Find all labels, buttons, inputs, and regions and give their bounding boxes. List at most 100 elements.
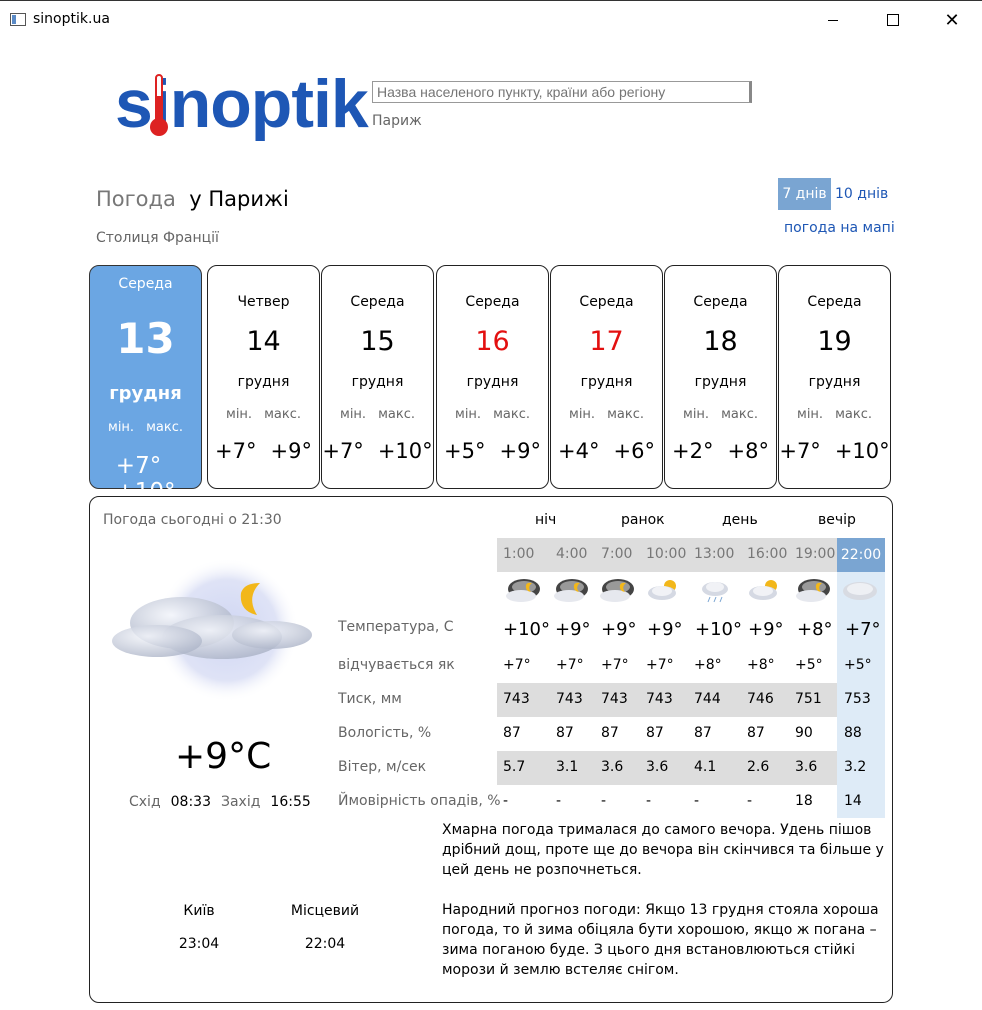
hour-selected[interactable]: 22:00 (837, 538, 885, 572)
window-title: sinoptik.ua (33, 11, 110, 27)
wind-value: 3.6 (795, 759, 818, 775)
app-window-icon (10, 13, 26, 26)
max-label: макс. (607, 407, 644, 422)
temp-value: +9° (748, 619, 784, 640)
sunrise-label: Схід (129, 794, 161, 810)
max-label: макс. (835, 407, 872, 422)
weather-map-link[interactable]: погода на мапі (784, 220, 895, 236)
max-temp: +9° (270, 439, 312, 463)
humidity-value: 90 (795, 725, 813, 741)
precip-value: 18 (795, 793, 813, 809)
day-tab-17[interactable]: Середа 17 грудня мін. макс. +4° +6° (550, 265, 663, 489)
min-label: мін. (797, 407, 824, 422)
cloudy-night-icon (796, 579, 830, 602)
wind-value: 3.2 (844, 759, 867, 775)
min-max-labels: мін. макс. (665, 407, 776, 422)
wind-value: 2.6 (747, 759, 770, 775)
min-max-labels: мін. макс. (90, 420, 201, 435)
precip-value: - (601, 793, 607, 809)
hour-cell[interactable]: 16:00 (747, 546, 787, 562)
pressure-value: 746 (747, 691, 774, 707)
hour-cell[interactable]: 7:00 (601, 546, 632, 562)
cloudy-night-icon (506, 579, 540, 602)
day-month: грудня (466, 374, 519, 390)
hour-cell[interactable]: 10:00 (646, 546, 686, 562)
hour-cell[interactable]: 1:00 (503, 546, 534, 562)
temp-value: +10° (695, 619, 742, 640)
day-tab-16[interactable]: Середа 16 грудня мін. макс. +5° +9° (436, 265, 549, 489)
pressure-row-label: Тиск, мм (338, 691, 402, 707)
feels-value: +7° (556, 657, 584, 673)
maximize-button[interactable] (870, 1, 916, 39)
now-title: Погода сьогодні о 21:30 (103, 512, 282, 528)
close-button[interactable]: ✕ (929, 1, 975, 39)
seven-days-button[interactable]: 7 днів (778, 178, 831, 210)
sunrise-time: 08:33 (170, 794, 211, 810)
feels-value: +8° (747, 657, 775, 673)
clock-kyiv-time: 23:04 (178, 936, 220, 952)
precip-value: - (646, 793, 652, 809)
min-max-labels: мін. макс. (779, 407, 890, 422)
feels-value: +7° (646, 657, 674, 673)
min-max-temps: +7° +9° (208, 439, 319, 463)
humidity-value: 87 (747, 725, 765, 741)
feels-value: +5° (795, 657, 823, 673)
min-max-labels: мін. макс. (437, 407, 548, 422)
day-name: Середа (118, 276, 173, 292)
weather-description: Хмарна погода трималася до самого вечора… (442, 820, 890, 980)
humidity-value: 87 (646, 725, 664, 741)
minimize-button[interactable] (810, 1, 856, 39)
thermometer-icon (148, 74, 170, 138)
clock-kyiv-label: Київ (183, 903, 215, 919)
day-name: Середа (579, 294, 634, 310)
wind-value: 3.1 (556, 759, 579, 775)
close-icon: ✕ (944, 9, 960, 31)
current-temperature: +9°C (175, 736, 272, 777)
day-number: 18 (703, 326, 738, 357)
temp-value: +9° (555, 619, 591, 640)
min-temp: +2° (672, 439, 714, 463)
search-input[interactable] (372, 81, 752, 103)
day-name: Середа (350, 294, 405, 310)
day-name: Четвер (237, 294, 290, 310)
day-tab-13[interactable]: Середа 13 грудня мін. макс. +7°+10° (89, 265, 202, 505)
min-label: мін. (226, 407, 253, 422)
min-max-temps: +2° +8° (665, 439, 776, 463)
hour-cell[interactable]: 19:00 (795, 546, 835, 562)
precip-value: - (556, 793, 562, 809)
feels-value: +7° (503, 657, 531, 673)
feels-value: +7° (601, 657, 629, 673)
max-label: макс. (721, 407, 758, 422)
precip-row-label: Ймовірність опадів, % (338, 793, 501, 809)
temp-row-label: Температура, С (338, 619, 454, 635)
period-1: ранок (621, 512, 665, 528)
search-hint[interactable]: Париж (372, 113, 422, 129)
max-temp: +10° (834, 439, 890, 463)
min-label: мін. (683, 407, 710, 422)
day-name: Середа (807, 294, 862, 310)
temp-value: +9° (647, 619, 683, 640)
sunset-time: 16:55 (270, 794, 311, 810)
ten-days-link[interactable]: 10 днів (835, 186, 888, 202)
pressure-value: 743 (601, 691, 628, 707)
minimize-icon (828, 19, 838, 21)
folk-forecast-paragraph: Народний прогноз погоди: Якщо 13 грудня … (442, 902, 879, 978)
period-3: вечір (818, 512, 856, 528)
temp-value: +7° (845, 619, 881, 640)
min-temp: +7° (779, 439, 821, 463)
feels-value: +5° (844, 657, 872, 673)
day-tab-14[interactable]: Четвер 14 грудня мін. макс. +7° +9° (207, 265, 320, 489)
max-label: макс. (378, 407, 415, 422)
min-max-temps: +4° +6° (551, 439, 662, 463)
day-number: 19 (817, 326, 852, 357)
day-number: 17 (589, 326, 624, 357)
day-tab-15[interactable]: Середа 15 грудня мін. макс. +7° +10° (321, 265, 434, 489)
cloudy-night-icon (600, 579, 634, 602)
day-name: Середа (693, 294, 748, 310)
page-title-word: Погода (96, 187, 176, 211)
hour-cell[interactable]: 13:00 (694, 546, 734, 562)
day-tab-19[interactable]: Середа 19 грудня мін. макс. +7° +10° (778, 265, 891, 489)
wind-value: 3.6 (646, 759, 669, 775)
day-tab-18[interactable]: Середа 18 грудня мін. макс. +2° +8° (664, 265, 777, 489)
hour-cell[interactable]: 4:00 (556, 546, 587, 562)
